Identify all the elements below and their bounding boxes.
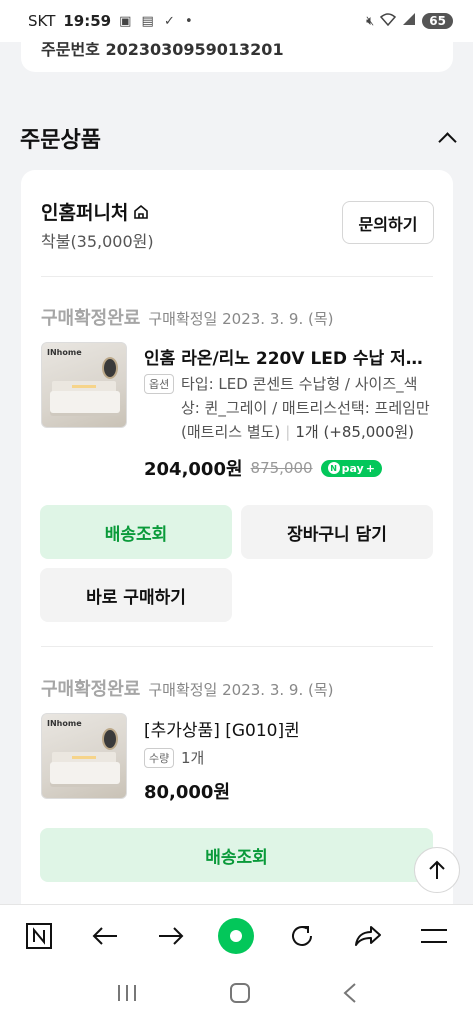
- divider: [41, 276, 433, 277]
- back-icon[interactable]: [342, 982, 358, 1008]
- npay-badge: N pay +: [320, 459, 382, 477]
- add-to-cart-button[interactable]: 장바구니 담기: [241, 505, 433, 559]
- order-items-card: 인홈퍼니처 착불(35,000원) 문의하기 구매확정완료 구매확정일 2023…: [21, 170, 453, 930]
- status-bar: SKT 19:59 ▣ ▤ ✓ • 🔇︎ 65: [0, 0, 473, 42]
- battery-indicator: 65: [422, 13, 453, 29]
- divider: [41, 646, 433, 647]
- scroll-to-top-button[interactable]: [414, 847, 460, 893]
- home-icon[interactable]: [229, 982, 251, 1008]
- track-delivery-button[interactable]: 배송조회: [40, 505, 232, 559]
- product-title[interactable]: [추가상품] [G010]퀸: [144, 716, 434, 741]
- thumbnail-logo: INhome: [47, 719, 82, 728]
- product-thumbnail[interactable]: INhome: [41, 342, 127, 428]
- refresh-icon[interactable]: [277, 911, 327, 961]
- purchase-status: 구매확정완료: [41, 308, 141, 329]
- seller-name[interactable]: 인홈퍼니처: [41, 198, 150, 225]
- back-arrow-icon[interactable]: [80, 911, 130, 961]
- quantity: 1개: [181, 749, 205, 767]
- wifi-icon: [380, 12, 397, 30]
- option-badge: 옵션: [144, 374, 175, 394]
- quantity-badge: 수량: [144, 748, 175, 768]
- product-title[interactable]: 인홈 라온/리노 220V LED 수납 저상형 침대: [144, 344, 434, 369]
- naver-n-icon: N: [327, 462, 340, 474]
- thumbnail-logo: INhome: [47, 348, 82, 357]
- share-icon[interactable]: [343, 911, 393, 961]
- chevron-up-icon[interactable]: [438, 129, 456, 147]
- price-row: 204,000원 875,000 N pay +: [144, 455, 382, 481]
- item-status-row: 구매확정완료 구매확정일 2023. 3. 9. (목): [41, 304, 334, 330]
- purchase-status: 구매확정완료: [41, 679, 141, 700]
- seller-name-label: 인홈퍼니처: [41, 202, 129, 224]
- forward-arrow-icon[interactable]: [146, 911, 196, 961]
- price-row: 80,000원: [144, 778, 230, 804]
- carrier-label: SKT: [28, 12, 56, 30]
- notification-icons: ▣ ▤ ✓ •: [119, 13, 196, 29]
- option-details: 타입: LED 콘센트 수납형 / 사이즈_색상: 퀸_그레이 / 매트리스선택…: [181, 375, 430, 441]
- plus-icon: +: [365, 461, 375, 475]
- original-price: 875,000: [250, 459, 313, 477]
- price: 204,000원: [144, 459, 243, 480]
- mute-icon: 🔇︎: [366, 13, 375, 29]
- system-nav-bar: [0, 966, 473, 1024]
- buy-now-button[interactable]: 바로 구매하기: [40, 568, 232, 622]
- item-status-row: 구매확정완료 구매확정일 2023. 3. 9. (목): [41, 675, 334, 701]
- arrow-up-icon: [429, 860, 445, 879]
- system-icons: 🔇︎ 65: [366, 12, 453, 30]
- product-thumbnail[interactable]: INhome: [41, 713, 127, 799]
- confirm-date: 구매확정일 2023. 3. 9. (목): [148, 681, 334, 699]
- track-delivery-button[interactable]: 배송조회: [40, 828, 433, 882]
- price: 80,000원: [144, 782, 231, 803]
- naver-n-icon[interactable]: [14, 911, 64, 961]
- shipping-fee: 착불(35,000원): [41, 232, 154, 251]
- section-title: 주문상품: [20, 128, 101, 153]
- confirm-date: 구매확정일 2023. 3. 9. (목): [148, 310, 334, 328]
- quantity: 1개 (+85,000원): [295, 423, 415, 441]
- order-items-header[interactable]: 주문상품: [20, 118, 456, 158]
- signal-icon: [402, 12, 416, 30]
- green-dot-icon[interactable]: [211, 911, 261, 961]
- store-home-icon: [134, 204, 149, 219]
- recent-apps-icon[interactable]: [116, 983, 138, 1007]
- clock: 19:59: [63, 12, 112, 30]
- browser-toolbar: [0, 904, 473, 966]
- menu-icon[interactable]: [409, 911, 459, 961]
- inquiry-button[interactable]: 문의하기: [342, 201, 434, 244]
